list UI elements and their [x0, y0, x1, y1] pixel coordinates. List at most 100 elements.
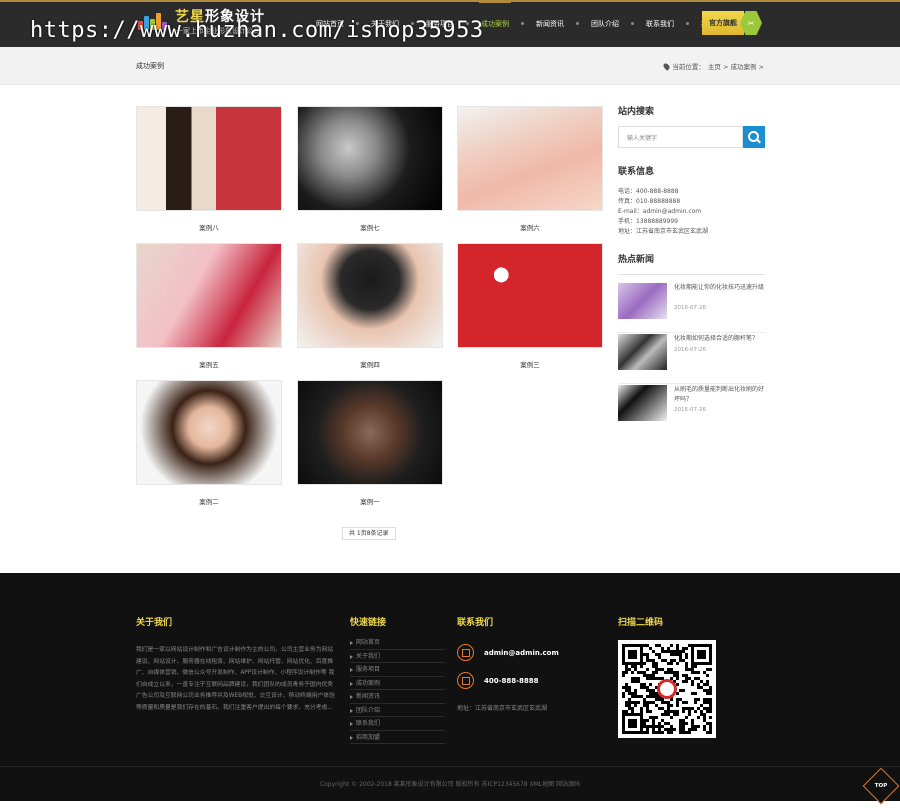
- news-title[interactable]: 化妆期如何选择合适的腮杆笔？: [674, 334, 764, 344]
- news-thumbnail[interactable]: [618, 283, 667, 319]
- footer-links: 快速链接 网站首页 关于我们 服务项目 成功案例 新闻资讯 团队介绍 联系我们 招商加盟: [350, 615, 445, 744]
- contact-lines: 电话：400-888-8888 传真：010-88888888 E-mail：adm…: [618, 187, 708, 237]
- breadcrumb-label: 当前位置：: [672, 63, 705, 71]
- nav-item[interactable]: 团队介绍: [585, 0, 625, 47]
- hot-news-title: 热点新闻: [618, 255, 655, 265]
- footer-about-title: 关于我们: [136, 618, 173, 628]
- hot-news: 热点新闻 化妆期能让你的化妆技巧迅速升级 2016-07-26 化妆期如何选择合适的…: [618, 252, 765, 421]
- sidebar: 站内搜索 输入关键字 联系信息 电话：400-888-8888 传真：010-88…: [618, 104, 765, 421]
- footer-email[interactable]: admin@admin.com: [484, 649, 559, 657]
- breadcrumb-path[interactable]: 主页 > 成功案例 >: [708, 61, 764, 71]
- page-title: 成功案例: [136, 62, 164, 70]
- footer-address: 地址：江苏省南京市玄武区玄武湖: [457, 705, 548, 712]
- contact-title: 联系信息: [618, 167, 655, 177]
- case-card[interactable]: 案例二: [136, 380, 282, 506]
- contact-line: 手机：13888889999: [618, 218, 678, 225]
- back-to-top-button[interactable]: TOP: [862, 767, 900, 805]
- contact-line: E-mail：admin@admin.com: [618, 208, 702, 215]
- nav-separator: [631, 22, 634, 25]
- official-store-label: 官方旗舰: [702, 11, 744, 35]
- case-title[interactable]: 案例一: [297, 496, 443, 506]
- news-item[interactable]: 从刷毛的质量能判断出化妆刷的好坏吗？ 2016-07-26: [618, 385, 765, 427]
- portrait-photo[interactable]: [136, 106, 282, 211]
- footer-qr-title: 扫描二维码: [618, 618, 664, 628]
- footer-phone: 400-888-8888: [484, 677, 539, 685]
- footer-link[interactable]: 新闻资讯: [350, 690, 445, 704]
- qr-code-image: [618, 640, 716, 738]
- divider: [618, 274, 765, 275]
- search-input[interactable]: 输入关键字: [618, 126, 743, 148]
- case-card[interactable]: 案例三: [457, 243, 603, 369]
- case-title[interactable]: 案例三: [457, 359, 603, 369]
- footer-link[interactable]: 团队介绍: [350, 704, 445, 717]
- case-title[interactable]: 案例二: [136, 496, 282, 506]
- case-card[interactable]: 案例五: [136, 243, 282, 369]
- case-title[interactable]: 案例八: [136, 222, 282, 232]
- contact-line: 传真：010-88888888: [618, 198, 681, 205]
- case-card[interactable]: 案例六: [457, 106, 603, 232]
- search-icon[interactable]: [743, 126, 765, 148]
- news-date: 2016-07-26: [674, 407, 706, 413]
- curly-hair-photo[interactable]: [136, 380, 282, 485]
- email-icon: [457, 644, 474, 661]
- case-card[interactable]: 案例一: [297, 380, 443, 506]
- footer-divider: [0, 766, 900, 767]
- contact-info: 联系信息 电话：400-888-8888 传真：010-88888888 E-mai…: [618, 164, 708, 237]
- footer-link[interactable]: 服务项目: [350, 663, 445, 677]
- news-thumbnail[interactable]: [618, 334, 667, 370]
- news-thumbnail[interactable]: [618, 385, 667, 421]
- breadcrumb-bar: 成功案例 当前位置： 主页 > 成功案例 >: [0, 47, 900, 85]
- news-title[interactable]: 化妆期能让你的化妆技巧迅速升级: [674, 283, 764, 293]
- footer-link[interactable]: 招商加盟: [350, 731, 445, 744]
- case-card[interactable]: 案例七: [297, 106, 443, 232]
- footer-links-title: 快速链接: [350, 618, 387, 628]
- french-nails-photo[interactable]: [136, 243, 282, 348]
- divider: [618, 383, 765, 384]
- hairstyle-photo[interactable]: [297, 243, 443, 348]
- nav-separator: [576, 22, 579, 25]
- case-title[interactable]: 案例五: [136, 359, 282, 369]
- news-item[interactable]: 化妆期能让你的化妆技巧迅速升级 2016-07-26: [618, 283, 765, 333]
- phone-icon: [457, 672, 474, 689]
- official-store-button[interactable]: 官方旗舰 ✂: [702, 11, 764, 35]
- contact-line: 电话：400-888-8888: [618, 188, 679, 195]
- footer-link[interactable]: 关于我们: [350, 650, 445, 663]
- nails-photo[interactable]: [457, 106, 603, 211]
- nav-item[interactable]: 新闻资讯: [530, 0, 570, 47]
- footer-about-text: 我们是一家以网站设计制作和广告设计制作为主的公司。公司主营业务为网站建设、网站设…: [136, 647, 335, 711]
- breadcrumb: 当前位置： 主页 > 成功案例 >: [662, 61, 764, 71]
- news-date: 2016-07-26: [674, 347, 706, 353]
- glitter-nails-photo[interactable]: [297, 380, 443, 485]
- pagination[interactable]: 共 1页8条记录: [342, 527, 396, 540]
- watermark-url: https://www.huzhan.com/ishop35953: [30, 18, 484, 43]
- footer-link[interactable]: 联系我们: [350, 717, 445, 731]
- case-title[interactable]: 案例七: [297, 222, 443, 232]
- nav-separator: [521, 22, 524, 25]
- case-card[interactable]: 案例四: [297, 243, 443, 369]
- contact-line: 地址：江苏省南京市玄武区玄武湖: [618, 228, 709, 235]
- footer: 关于我们 我们是一家以网站设计制作和广告设计制作为主的公司。公司主营业务为网站建…: [0, 573, 900, 805]
- news-date: 2016-07-26: [674, 305, 706, 311]
- footer-links-list: 网站首页 关于我们 服务项目 成功案例 新闻资讯 团队介绍 联系我们 招商加盟: [350, 636, 445, 744]
- footer-contact: 联系我们 admin@admin.com 400-888-8888 地址：江苏省…: [457, 615, 607, 712]
- case-title[interactable]: 案例四: [297, 359, 443, 369]
- polka-nails-photo[interactable]: [457, 243, 603, 348]
- news-item[interactable]: 化妆期如何选择合适的腮杆笔？ 2016-07-26: [618, 334, 765, 384]
- footer-contact-title: 联系我们: [457, 618, 494, 628]
- divider: [618, 332, 765, 333]
- case-card[interactable]: 案例八: [136, 106, 282, 232]
- news-title[interactable]: 从刷毛的质量能判断出化妆刷的好坏吗？: [674, 385, 764, 405]
- footer-link[interactable]: 成功案例: [350, 677, 445, 690]
- ring-nails-photo[interactable]: [297, 106, 443, 211]
- search-box: 输入关键字: [618, 126, 765, 148]
- footer-qr: 扫描二维码: [618, 615, 716, 738]
- nav-item[interactable]: 联系我们: [640, 0, 680, 47]
- footer-link[interactable]: 网站首页: [350, 636, 445, 650]
- nav-separator: [686, 22, 689, 25]
- back-to-top-label: TOP: [874, 782, 888, 789]
- search-title: 站内搜索: [618, 107, 655, 117]
- location-pin-icon: [662, 61, 672, 71]
- case-title[interactable]: 案例六: [457, 222, 603, 232]
- footer-about: 关于我们 我们是一家以网站设计制作和广告设计制作为主的公司。公司主营业务为网站建…: [136, 615, 336, 714]
- copyright: Copyright © 2002-2018 某某形象设计有限公司 版权所有 苏I…: [319, 781, 581, 788]
